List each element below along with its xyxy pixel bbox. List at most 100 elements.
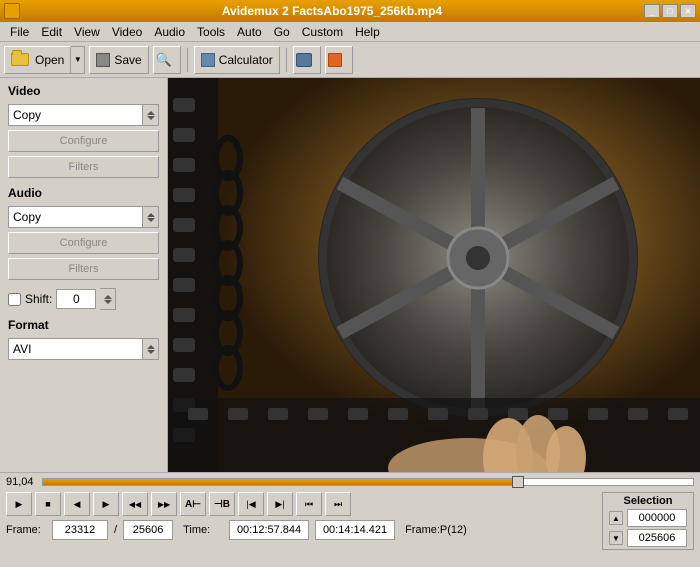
folder-icon <box>11 53 29 66</box>
frame-label: Frame: <box>6 524 46 536</box>
mark-a-icon: A⊢ <box>185 499 201 510</box>
mark-a-button[interactable]: A⊢ <box>180 492 206 516</box>
end-time-input[interactable] <box>315 520 395 540</box>
video-codec-row: Copy <box>8 104 159 126</box>
format-row: AVI <box>8 338 159 360</box>
fastforward-button[interactable] <box>151 492 177 516</box>
prev-keyframe-icon: ⏮ <box>305 499 313 510</box>
prev-keyframe-button[interactable]: ⏮ <box>296 492 322 516</box>
progress-label: 91,04 <box>6 476 38 488</box>
menu-view[interactable]: View <box>68 23 106 41</box>
next-keyframe-button[interactable]: ⏭ <box>325 492 351 516</box>
stop-icon <box>45 499 50 510</box>
format-up[interactable] <box>147 345 155 349</box>
time-label: Time: <box>183 524 223 536</box>
format-down[interactable] <box>147 350 155 354</box>
play-button[interactable] <box>6 492 32 516</box>
video-codec-up[interactable] <box>147 111 155 115</box>
selection-end-down[interactable]: ▼ <box>609 531 623 545</box>
stop-button[interactable] <box>35 492 61 516</box>
transport-selection-row: A⊢ ⊣B |◀ ▶| ⏮ ⏭ Frame <box>6 492 694 550</box>
menu-help[interactable]: Help <box>349 23 386 41</box>
snapshot2-button[interactable] <box>325 46 353 74</box>
selection-title: Selection <box>609 495 687 507</box>
audio-filters-button[interactable]: Filters <box>8 258 159 280</box>
menu-custom[interactable]: Custom <box>296 23 349 41</box>
mark-b-button[interactable]: ⊣B <box>209 492 235 516</box>
properties-icon: 🔍 <box>156 52 172 68</box>
menu-tools[interactable]: Tools <box>191 23 231 41</box>
video-codec-select[interactable]: Copy <box>8 104 143 126</box>
frame-input[interactable] <box>52 520 108 540</box>
video-configure-button[interactable]: Configure <box>8 130 159 152</box>
menu-auto[interactable]: Auto <box>231 23 268 41</box>
snapshot2-icon <box>328 53 342 67</box>
format-select[interactable]: AVI <box>8 338 143 360</box>
calculator-button[interactable]: Calculator <box>194 46 280 74</box>
video-filters-button[interactable]: Filters <box>8 156 159 178</box>
shift-down[interactable] <box>104 300 112 304</box>
toolbar-separator <box>187 48 188 72</box>
audio-codec-select[interactable]: Copy <box>8 206 143 228</box>
audio-codec-spinner <box>143 206 159 228</box>
open-dropdown-arrow[interactable]: ▼ <box>71 46 85 74</box>
save-icon <box>96 53 110 67</box>
minimize-button[interactable]: _ <box>644 4 660 18</box>
selection-end-input[interactable] <box>627 529 687 547</box>
selection-start-input[interactable] <box>627 509 687 527</box>
progress-thumb <box>512 476 524 488</box>
title-bar: Avidemux 2 FactsAbo1975_256kb.mp4 _ □ ✕ <box>0 0 700 22</box>
go-end-button[interactable]: ▶| <box>267 492 293 516</box>
shift-row: Shift: <box>8 288 159 310</box>
video-display <box>168 78 700 472</box>
film-frame <box>168 78 700 472</box>
progress-fill <box>43 479 518 485</box>
snapshot-button[interactable] <box>293 46 321 74</box>
menu-bar: File Edit View Video Audio Tools Auto Go… <box>0 22 700 42</box>
shift-up[interactable] <box>104 295 112 299</box>
transport-row: A⊢ ⊣B |◀ ▶| ⏮ ⏭ <box>6 492 598 516</box>
audio-codec-row: Copy <box>8 206 159 228</box>
menu-go[interactable]: Go <box>268 23 296 41</box>
save-button[interactable]: Save <box>89 46 148 74</box>
menu-file[interactable]: File <box>4 23 35 41</box>
calculator-icon <box>201 53 215 67</box>
snapshot-icon <box>296 53 312 67</box>
mark-b-icon: ⊣B <box>214 499 230 510</box>
audio-section-label: Audio <box>8 186 159 200</box>
shift-label: Shift: <box>25 292 52 306</box>
left-panel: Video Copy Configure Filters Audio Copy … <box>0 78 168 472</box>
total-frames-input[interactable] <box>123 520 173 540</box>
go-begin-button[interactable]: |◀ <box>238 492 264 516</box>
shift-spinner <box>100 288 116 310</box>
main-area: Video Copy Configure Filters Audio Copy … <box>0 78 700 472</box>
menu-video[interactable]: Video <box>106 23 148 41</box>
shift-checkbox[interactable] <box>8 293 21 306</box>
maximize-button[interactable]: □ <box>662 4 678 18</box>
go-begin-icon: |◀ <box>246 499 255 510</box>
window-title: Avidemux 2 FactsAbo1975_256kb.mp4 <box>20 4 644 18</box>
properties-button[interactable]: 🔍 <box>153 46 181 74</box>
close-button[interactable]: ✕ <box>680 4 696 18</box>
menu-edit[interactable]: Edit <box>35 23 68 41</box>
status-row: Frame: / Time: Frame:P(12) <box>6 520 598 540</box>
time-input[interactable] <box>229 520 309 540</box>
selection-box: Selection ▲ ▼ <box>602 492 694 550</box>
next-frame-icon <box>103 499 110 510</box>
menu-audio[interactable]: Audio <box>148 23 191 41</box>
video-codec-down[interactable] <box>147 116 155 120</box>
app-icon <box>4 3 20 19</box>
selection-start-up[interactable]: ▲ <box>609 511 623 525</box>
video-codec-spinner <box>143 104 159 126</box>
open-button[interactable]: Open <box>4 46 71 74</box>
progress-track[interactable] <box>42 478 694 486</box>
selection-start-row: ▲ <box>609 509 687 527</box>
audio-codec-up[interactable] <box>147 213 155 217</box>
rewind-button[interactable] <box>122 492 148 516</box>
next-frame-button[interactable] <box>93 492 119 516</box>
audio-codec-down[interactable] <box>147 218 155 222</box>
toolbar: Open ▼ Save 🔍 Calculator <box>0 42 700 78</box>
audio-configure-button[interactable]: Configure <box>8 232 159 254</box>
prev-frame-button[interactable] <box>64 492 90 516</box>
shift-input[interactable] <box>56 289 96 309</box>
